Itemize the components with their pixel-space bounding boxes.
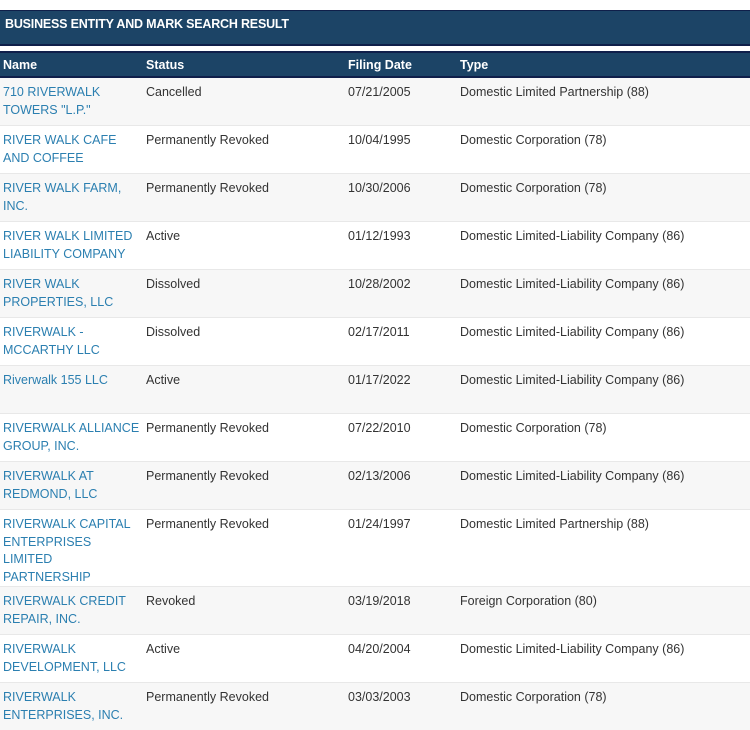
status-cell: Active <box>143 366 345 414</box>
results-table: Name Status Filing Date Type 710 RIVERWA… <box>0 51 750 730</box>
filing-date-cell: 02/13/2006 <box>345 462 457 510</box>
filing-date-cell: 07/22/2010 <box>345 414 457 462</box>
filing-date-cell: 01/17/2022 <box>345 366 457 414</box>
status-cell: Revoked <box>143 587 345 635</box>
status-cell: Cancelled <box>143 77 345 126</box>
entity-name-link[interactable]: RIVERWALK DEVELOPMENT, LLC <box>3 642 126 674</box>
type-cell: Domestic Limited-Liability Company (86) <box>457 270 750 318</box>
filing-date-cell: 01/24/1997 <box>345 510 457 587</box>
entity-name-link[interactable]: RIVERWALK CREDIT REPAIR, INC. <box>3 594 126 626</box>
name-cell: RIVER WALK FARM, INC. <box>0 174 143 222</box>
status-cell: Permanently Revoked <box>143 414 345 462</box>
name-cell: Riverwalk 155 LLC <box>0 366 143 414</box>
table-row: RIVERWALK DEVELOPMENT, LLC Active 04/20/… <box>0 635 750 683</box>
table-row: RIVER WALK FARM, INC. Permanently Revoke… <box>0 174 750 222</box>
status-cell: Dissolved <box>143 270 345 318</box>
name-cell: RIVERWALK - MCCARTHY LLC <box>0 318 143 366</box>
table-row: RIVERWALK ENTERPRISES, INC. Permanently … <box>0 683 750 730</box>
name-cell: RIVER WALK CAFE AND COFFEE <box>0 126 143 174</box>
status-cell: Active <box>143 635 345 683</box>
type-cell: Domestic Limited-Liability Company (86) <box>457 635 750 683</box>
status-cell: Permanently Revoked <box>143 174 345 222</box>
column-header-status: Status <box>143 52 345 77</box>
status-cell: Dissolved <box>143 318 345 366</box>
name-cell: RIVERWALK CREDIT REPAIR, INC. <box>0 587 143 635</box>
entity-name-link[interactable]: RIVERWALK CAPITAL ENTERPRISES LIMITED PA… <box>3 517 130 584</box>
table-row: RIVERWALK ALLIANCE GROUP, INC. Permanent… <box>0 414 750 462</box>
type-cell: Domestic Limited-Liability Company (86) <box>457 462 750 510</box>
entity-name-link[interactable]: RIVERWALK ALLIANCE GROUP, INC. <box>3 421 139 453</box>
table-row: RIVER WALK CAFE AND COFFEE Permanently R… <box>0 126 750 174</box>
entity-name-link[interactable]: RIVER WALK LIMITED LIABILITY COMPANY <box>3 229 132 261</box>
filing-date-cell: 03/03/2003 <box>345 683 457 730</box>
entity-name-link[interactable]: RIVERWALK - MCCARTHY LLC <box>3 325 100 357</box>
entity-name-link[interactable]: RIVERWALK AT REDMOND, LLC <box>3 469 97 501</box>
entity-name-link[interactable]: Riverwalk 155 LLC <box>3 373 108 387</box>
column-header-filing-date: Filing Date <box>345 52 457 77</box>
results-title: BUSINESS ENTITY AND MARK SEARCH RESULT <box>5 17 289 31</box>
entity-name-link[interactable]: RIVER WALK PROPERTIES, LLC <box>3 277 113 309</box>
name-cell: RIVER WALK PROPERTIES, LLC <box>0 270 143 318</box>
status-cell: Active <box>143 222 345 270</box>
name-cell: RIVERWALK ALLIANCE GROUP, INC. <box>0 414 143 462</box>
status-cell: Permanently Revoked <box>143 683 345 730</box>
table-row: RIVERWALK AT REDMOND, LLC Permanently Re… <box>0 462 750 510</box>
filing-date-cell: 03/19/2018 <box>345 587 457 635</box>
table-row: RIVER WALK LIMITED LIABILITY COMPANY Act… <box>0 222 750 270</box>
table-row: RIVERWALK CAPITAL ENTERPRISES LIMITED PA… <box>0 510 750 587</box>
name-cell: RIVERWALK DEVELOPMENT, LLC <box>0 635 143 683</box>
status-cell: Permanently Revoked <box>143 126 345 174</box>
name-cell: RIVERWALK ENTERPRISES, INC. <box>0 683 143 730</box>
table-row: RIVERWALK - MCCARTHY LLC Dissolved 02/17… <box>0 318 750 366</box>
name-cell: RIVER WALK LIMITED LIABILITY COMPANY <box>0 222 143 270</box>
type-cell: Domestic Limited-Liability Company (86) <box>457 222 750 270</box>
type-cell: Foreign Corporation (80) <box>457 587 750 635</box>
table-row: RIVERWALK CREDIT REPAIR, INC. Revoked 03… <box>0 587 750 635</box>
filing-date-cell: 04/20/2004 <box>345 635 457 683</box>
filing-date-cell: 02/17/2011 <box>345 318 457 366</box>
table-row: 710 RIVERWALK TOWERS "L.P." Cancelled 07… <box>0 77 750 126</box>
entity-name-link[interactable]: RIVER WALK FARM, INC. <box>3 181 121 213</box>
entity-name-link[interactable]: RIVER WALK CAFE AND COFFEE <box>3 133 116 165</box>
name-cell: RIVERWALK CAPITAL ENTERPRISES LIMITED PA… <box>0 510 143 587</box>
type-cell: Domestic Corporation (78) <box>457 683 750 730</box>
filing-date-cell: 10/30/2006 <box>345 174 457 222</box>
type-cell: Domestic Corporation (78) <box>457 126 750 174</box>
results-title-bar: BUSINESS ENTITY AND MARK SEARCH RESULT <box>0 10 750 46</box>
name-cell: 710 RIVERWALK TOWERS "L.P." <box>0 77 143 126</box>
status-cell: Permanently Revoked <box>143 510 345 587</box>
type-cell: Domestic Limited-Liability Company (86) <box>457 366 750 414</box>
entity-name-link[interactable]: 710 RIVERWALK TOWERS "L.P." <box>3 85 100 117</box>
type-cell: Domestic Corporation (78) <box>457 414 750 462</box>
type-cell: Domestic Limited Partnership (88) <box>457 510 750 587</box>
type-cell: Domestic Limited Partnership (88) <box>457 77 750 126</box>
table-row: RIVER WALK PROPERTIES, LLC Dissolved 10/… <box>0 270 750 318</box>
filing-date-cell: 07/21/2005 <box>345 77 457 126</box>
filing-date-cell: 01/12/1993 <box>345 222 457 270</box>
name-cell: RIVERWALK AT REDMOND, LLC <box>0 462 143 510</box>
filing-date-cell: 10/04/1995 <box>345 126 457 174</box>
column-header-name: Name <box>0 52 143 77</box>
column-header-type: Type <box>457 52 750 77</box>
filing-date-cell: 10/28/2002 <box>345 270 457 318</box>
table-row: Riverwalk 155 LLC Active 01/17/2022 Dome… <box>0 366 750 414</box>
table-header-row: Name Status Filing Date Type <box>0 52 750 77</box>
type-cell: Domestic Limited-Liability Company (86) <box>457 318 750 366</box>
type-cell: Domestic Corporation (78) <box>457 174 750 222</box>
status-cell: Permanently Revoked <box>143 462 345 510</box>
